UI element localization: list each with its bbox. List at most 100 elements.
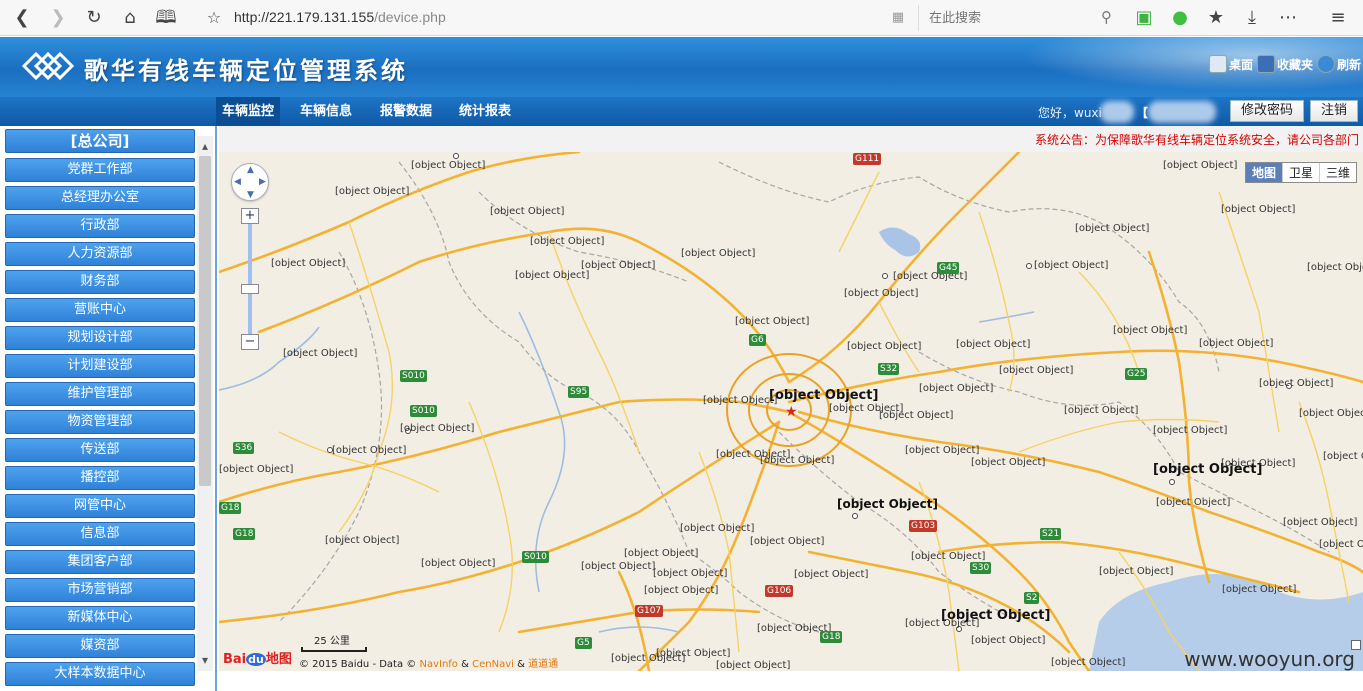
map-place-label: [object Object] xyxy=(905,618,980,629)
map-place-label: [object Object] xyxy=(1113,325,1188,336)
zoom-out-button[interactable]: − xyxy=(241,334,259,350)
qr-code-icon[interactable]: ▦ xyxy=(886,6,910,30)
refresh-label: 刷新 xyxy=(1336,57,1361,72)
pan-up-icon[interactable]: ▲ xyxy=(247,165,254,175)
bottom-strip xyxy=(219,671,1363,691)
sidebar-item[interactable]: 物资管理部 xyxy=(5,410,195,434)
sidebar-item[interactable]: 网管中心 xyxy=(5,494,195,518)
road-shield: S010 xyxy=(400,370,427,382)
pan-right-icon[interactable]: ▶ xyxy=(259,177,266,187)
sidebar-item[interactable]: 计划建设部 xyxy=(5,354,195,378)
map-place-label: [object Object] xyxy=(1199,338,1274,349)
map-place-label: [object Object] xyxy=(530,236,605,247)
tab-vehicle-info[interactable]: 车辆信息 xyxy=(294,97,358,126)
sidebar-item[interactable]: 行政部 xyxy=(5,214,195,238)
sidebar-item[interactable]: 大样本数据中心 xyxy=(5,662,195,686)
sidebar-item[interactable]: 传送部 xyxy=(5,438,195,462)
sidebar-item[interactable]: 营账中心 xyxy=(5,298,195,322)
baidu-logo-text: Bai xyxy=(223,652,247,667)
sidebar-item[interactable]: 规划设计部 xyxy=(5,326,195,350)
map-place-label: [object Object] xyxy=(794,569,869,580)
map-place-label: [object Object] xyxy=(581,260,656,271)
map-pan-control[interactable]: ▲ ▼ ◀ ▶ xyxy=(231,163,269,201)
redacted-username xyxy=(1100,101,1134,123)
more-icon[interactable]: ⋯ xyxy=(1276,6,1300,30)
sidebar-item[interactable]: 市场营销部 xyxy=(5,578,195,602)
copyright-navinfo[interactable]: NavInfo xyxy=(419,659,457,670)
sidebar-scrollbar[interactable]: ▴ ▾ xyxy=(197,136,213,671)
copyright-daodao[interactable]: 道道通 xyxy=(528,659,558,670)
announcement-text: 系统公告：为保障歌华有线车辆定位系统安全，请公司各部门 xyxy=(1035,133,1360,147)
map-place-label: [object Object] xyxy=(1051,657,1126,668)
sidebar-title[interactable]: [总公司] xyxy=(5,129,195,153)
pan-left-icon[interactable]: ◀ xyxy=(234,177,241,187)
road-shield: G5 xyxy=(575,637,592,649)
address-bar[interactable]: http://221.179.131.155/device.php xyxy=(234,9,446,25)
sidebar-item[interactable]: 人力资源部 xyxy=(5,242,195,266)
reload-icon[interactable]: ↻ xyxy=(82,6,106,30)
map-scale-label: 25 公里 xyxy=(314,636,350,647)
tab-alarm-data[interactable]: 报警数据 xyxy=(374,97,438,126)
copyright-amp-1: & xyxy=(461,659,469,670)
map-place-label: [object Object] xyxy=(1163,160,1238,171)
map-place-label: [object Object] xyxy=(750,536,825,547)
map-place-label: [object Object] xyxy=(1259,378,1334,389)
map-view[interactable]: ★ [object Object] [object Object] [objec… xyxy=(219,152,1363,671)
bookmark-star-icon[interactable]: ☆ xyxy=(202,6,226,30)
home-icon[interactable]: ⌂ xyxy=(118,6,142,30)
sidebar-item[interactable]: 总经理办公室 xyxy=(5,186,195,210)
tab-vehicle-monitor[interactable]: 车辆监控 xyxy=(216,97,281,126)
scrollbar-thumb[interactable] xyxy=(199,156,211,486)
forward-icon[interactable]: ❯ xyxy=(46,6,70,30)
desktop-link[interactable]: 桌面 xyxy=(1208,55,1253,73)
favorites-icon[interactable]: ★ xyxy=(1204,6,1228,30)
zoom-slider-track[interactable] xyxy=(248,216,252,340)
android-icon[interactable]: ▣ xyxy=(1132,6,1156,30)
map-type-map[interactable]: 地图 xyxy=(1245,163,1283,182)
map-type-satellite[interactable]: 卫星 xyxy=(1283,163,1320,182)
road-shield: G107 xyxy=(635,605,664,617)
refresh-link[interactable]: 刷新 xyxy=(1316,55,1361,73)
back-icon[interactable]: ❮ xyxy=(10,6,34,30)
scroll-down-icon[interactable]: ▾ xyxy=(197,652,213,668)
sidebar-item[interactable]: 信息部 xyxy=(5,522,195,546)
download-icon[interactable]: ⤓ xyxy=(1240,6,1264,30)
search-box[interactable]: ⚲ xyxy=(918,5,1118,31)
road-shield: S2 xyxy=(1024,592,1040,604)
road-shield: S36 xyxy=(233,442,255,454)
copyright-cennavi[interactable]: CenNavi xyxy=(472,659,514,670)
sidebar-item[interactable]: 集团客户部 xyxy=(5,550,195,574)
map-place-label: [object Object] xyxy=(490,206,565,217)
favorites-link[interactable]: 收藏夹 xyxy=(1256,55,1313,73)
search-icon[interactable]: ⚲ xyxy=(1101,8,1112,26)
map-place-label: [object Object] xyxy=(735,316,810,327)
wechat-icon[interactable]: ● xyxy=(1168,6,1192,30)
sidebar-item[interactable]: 播控部 xyxy=(5,466,195,490)
map-place-label: [object Object] xyxy=(283,348,358,359)
road-shield: G6 xyxy=(749,334,766,346)
road-shield: S010 xyxy=(522,551,549,563)
search-input[interactable] xyxy=(929,9,1089,27)
pan-down-icon[interactable]: ▼ xyxy=(247,190,254,200)
zoom-slider-handle[interactable] xyxy=(241,284,259,294)
map-type-3d[interactable]: 三维 xyxy=(1320,163,1356,182)
menu-icon[interactable]: ≡ xyxy=(1326,6,1350,30)
logout-button[interactable]: 注销 xyxy=(1310,100,1358,122)
map-place-label: [object Object] xyxy=(421,558,496,569)
sidebar-item[interactable]: 新媒体中心 xyxy=(5,606,195,630)
sidebar-item[interactable]: 维护管理部 xyxy=(5,382,195,406)
road-shield: G25 xyxy=(1125,368,1148,380)
sidebar-item[interactable]: 财务部 xyxy=(5,270,195,294)
tab-statistics[interactable]: 统计报表 xyxy=(453,97,517,126)
map-place-label: [object Object] xyxy=(919,383,994,394)
road-shield: S32 xyxy=(878,363,900,375)
baidu-map-logo[interactable]: Bai du 地图 xyxy=(223,648,292,667)
change-password-button[interactable]: 修改密码 xyxy=(1230,100,1304,122)
zoom-in-button[interactable]: + xyxy=(241,208,259,224)
reader-icon[interactable]: 🕮 xyxy=(154,6,178,30)
sidebar-item[interactable]: 媒资部 xyxy=(5,634,195,658)
scroll-up-icon[interactable]: ▴ xyxy=(197,138,213,154)
map-place-label: [object Object] xyxy=(681,248,756,259)
sidebar-item[interactable]: 党群工作部 xyxy=(5,158,195,182)
road-shield: G103 xyxy=(909,520,938,532)
